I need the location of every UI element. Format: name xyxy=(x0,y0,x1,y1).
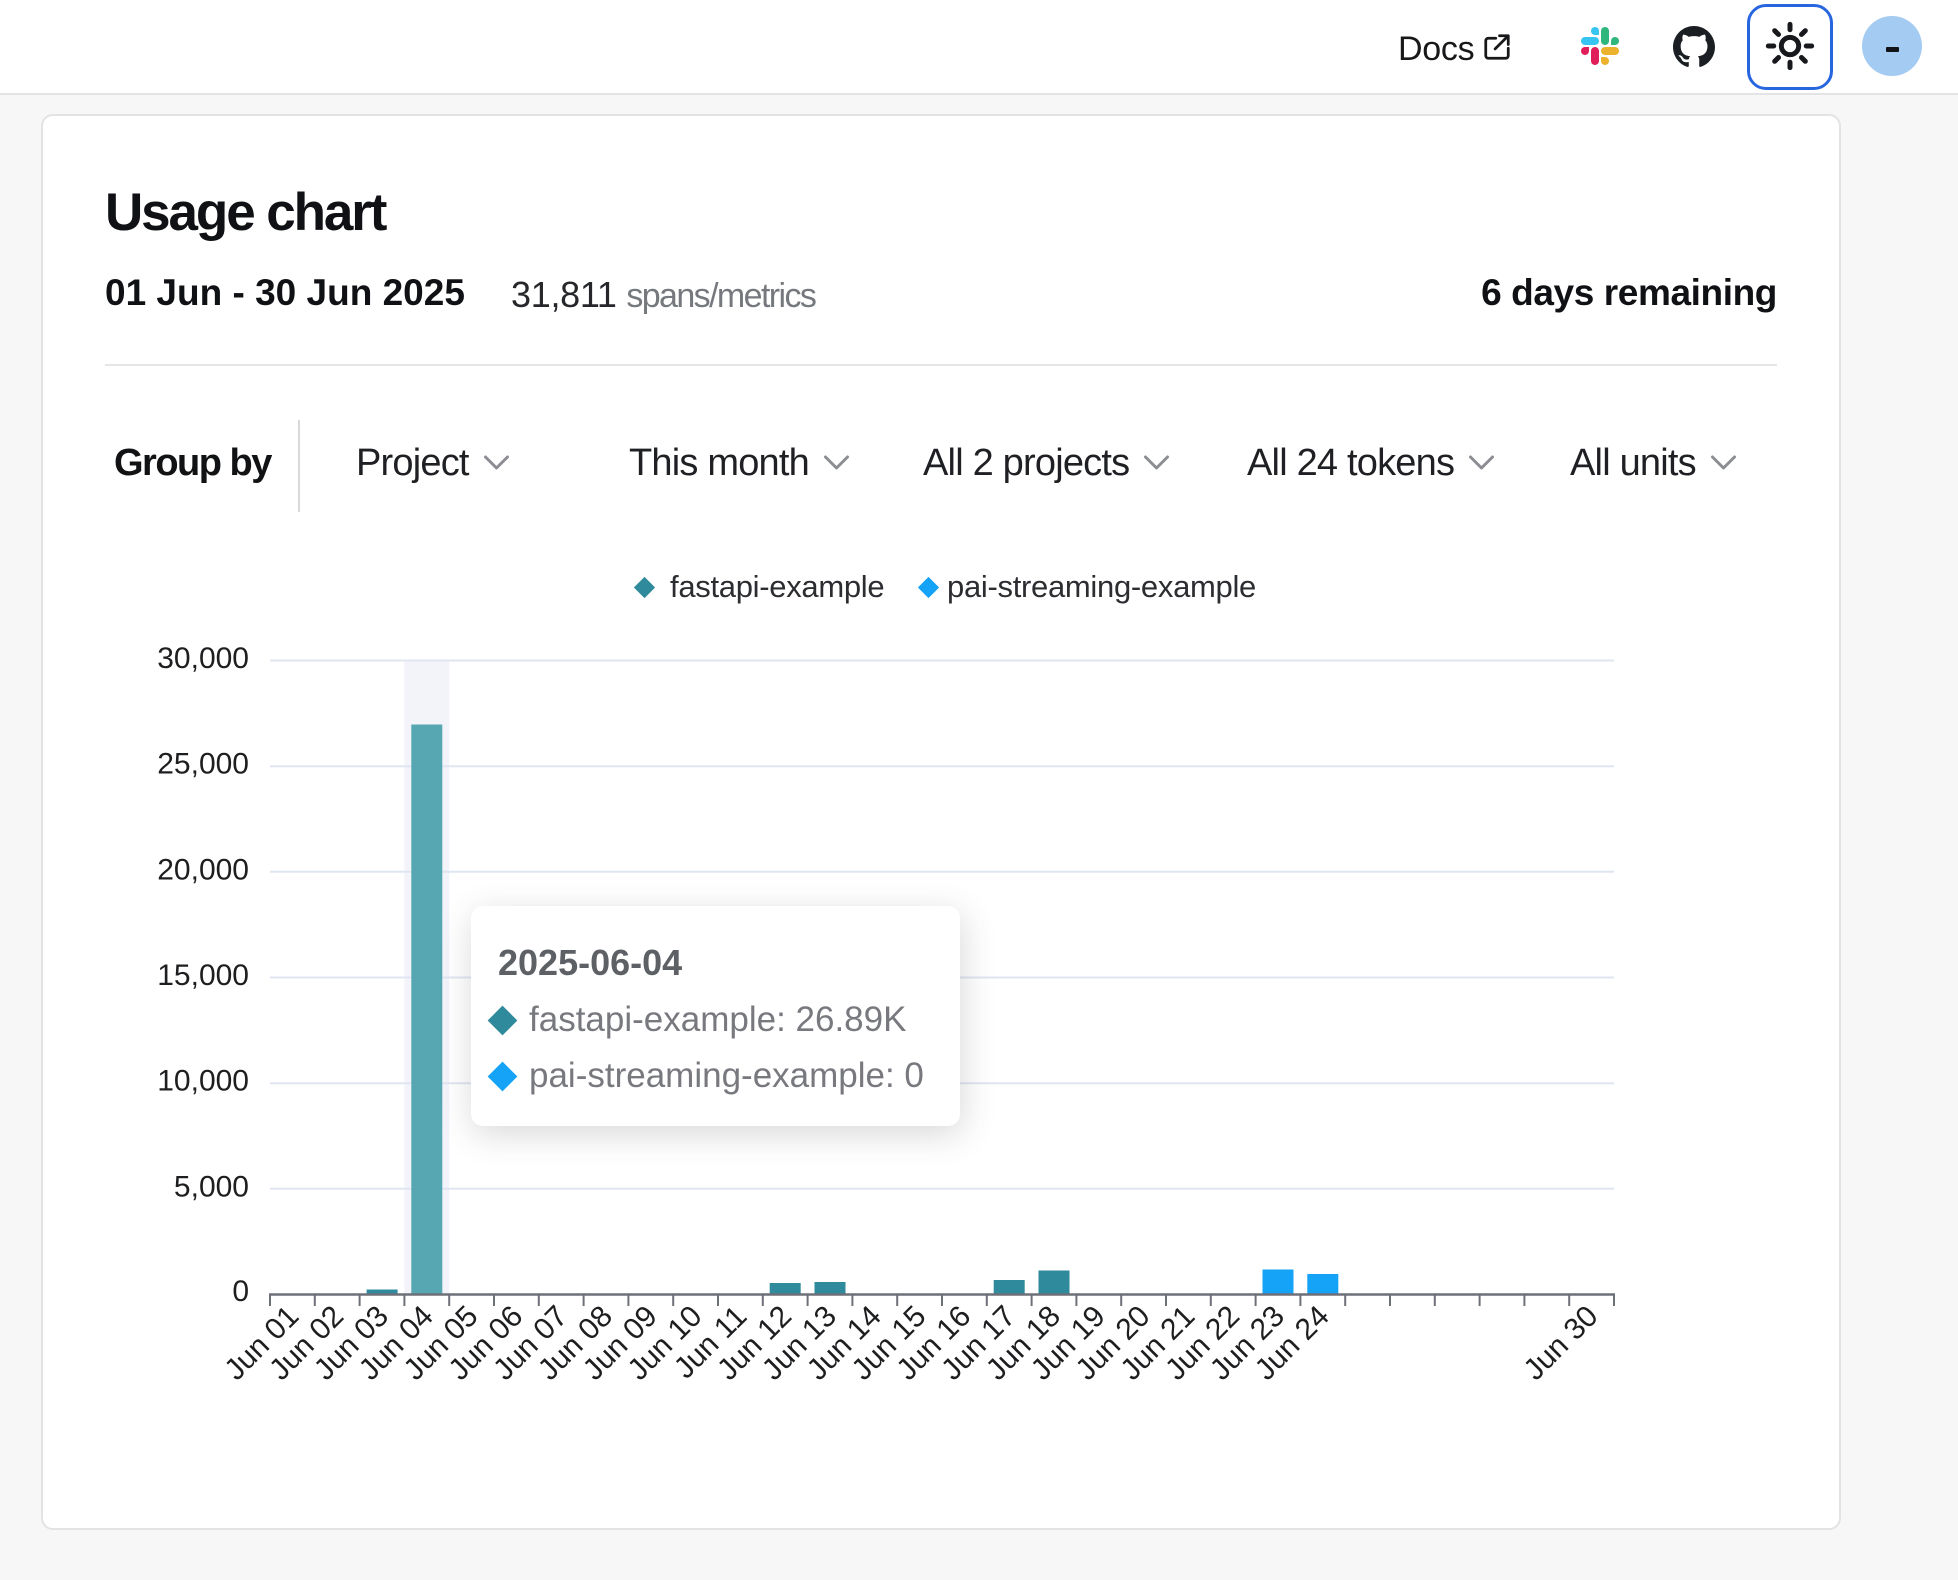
svg-text:20,000: 20,000 xyxy=(157,853,249,886)
svg-text:25,000: 25,000 xyxy=(157,748,249,781)
svg-text:0: 0 xyxy=(232,1275,249,1308)
svg-text:15,000: 15,000 xyxy=(157,959,249,992)
svg-text:30,000: 30,000 xyxy=(157,642,249,675)
svg-text:Jun 30: Jun 30 xyxy=(1518,1300,1605,1387)
svg-text:5,000: 5,000 xyxy=(174,1170,249,1203)
svg-text:10,000: 10,000 xyxy=(157,1065,249,1098)
